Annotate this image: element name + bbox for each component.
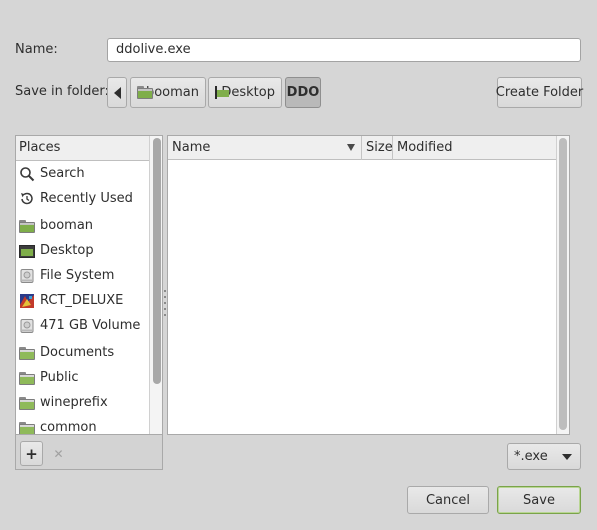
places-item-desktop[interactable]: Desktop xyxy=(16,238,148,263)
sort-down-icon xyxy=(347,144,355,151)
name-label: Name: xyxy=(15,42,58,57)
left-arrow-icon xyxy=(113,86,121,99)
filename-input[interactable]: ddolive.exe xyxy=(107,38,581,62)
places-item-documents[interactable]: Documents xyxy=(16,340,148,365)
places-item-recently-used[interactable]: Recently Used xyxy=(16,186,148,211)
places-item-booman[interactable]: booman xyxy=(16,213,148,238)
places-item-label: common xyxy=(40,420,97,435)
crumb-label: booman xyxy=(145,85,199,100)
folder-icon xyxy=(19,420,35,434)
save-button[interactable]: Save xyxy=(497,486,581,514)
places-item-label: Search xyxy=(40,166,85,181)
places-item-file-system[interactable]: File System xyxy=(16,263,148,288)
search-icon xyxy=(19,166,35,182)
places-item-label: booman xyxy=(40,218,94,233)
column-size-label: Size xyxy=(366,140,393,155)
cd-icon xyxy=(19,293,35,309)
file-list-body[interactable] xyxy=(168,161,556,434)
home-folder-icon xyxy=(19,218,35,234)
places-item-search[interactable]: Search xyxy=(16,161,148,186)
recent-icon xyxy=(19,191,35,207)
column-modified-label: Modified xyxy=(397,140,453,155)
add-bookmark-button[interactable]: + xyxy=(20,441,43,466)
desktop-icon xyxy=(215,86,229,99)
drive-icon xyxy=(19,318,35,334)
remove-icon: ✕ xyxy=(53,446,64,461)
places-item-public[interactable]: Public xyxy=(16,365,148,390)
plus-icon: + xyxy=(25,444,38,463)
places-item-471-gb-volume[interactable]: 471 GB Volume xyxy=(16,313,148,338)
places-item-common[interactable]: common xyxy=(16,415,148,435)
places-item-label: Public xyxy=(40,370,79,385)
file-type-filter[interactable]: *.exe xyxy=(507,443,581,470)
file-list-header: Name Size Modified xyxy=(168,136,556,160)
cancel-button[interactable]: Cancel xyxy=(407,486,489,514)
dropdown-arrow-icon xyxy=(562,453,572,460)
file-list-scrollbar-thumb[interactable] xyxy=(559,138,567,430)
drive-icon xyxy=(19,268,35,284)
places-item-label: Documents xyxy=(40,345,115,360)
crumb-label: DDO xyxy=(286,85,320,100)
column-header-size[interactable]: Size xyxy=(362,136,393,160)
path-crumb-booman[interactable]: booman xyxy=(130,77,206,108)
remove-bookmark-button[interactable]: ✕ xyxy=(47,441,70,466)
places-header: Places xyxy=(16,136,162,161)
file-type-filter-value: *.exe xyxy=(514,449,548,464)
places-scrollbar-thumb[interactable] xyxy=(153,138,161,384)
places-item-label: File System xyxy=(40,268,115,283)
folder-icon xyxy=(19,370,35,386)
places-header-label: Places xyxy=(19,140,61,155)
places-scrollbar[interactable] xyxy=(149,136,162,434)
column-header-name[interactable]: Name xyxy=(168,136,362,160)
crumb-label: Desktop xyxy=(221,85,275,100)
places-panel: Places Search Recently Used booman Deskt… xyxy=(15,135,163,435)
column-name-label: Name xyxy=(172,140,211,155)
path-back-button[interactable] xyxy=(107,77,127,108)
places-item-label: RCT_DELUXE xyxy=(40,293,124,308)
folder-icon xyxy=(19,345,35,361)
column-header-modified[interactable]: Modified xyxy=(393,136,556,160)
places-item-label: wineprefix xyxy=(40,395,108,410)
places-item-label: Recently Used xyxy=(40,191,133,206)
places-item-rct-deluxe[interactable]: RCT_DELUXE xyxy=(16,288,148,313)
create-folder-button[interactable]: Create Folder xyxy=(496,77,583,108)
file-list-panel: Name Size Modified xyxy=(167,135,570,435)
home-folder-icon xyxy=(137,86,153,99)
desktop-icon xyxy=(19,243,35,259)
file-list-scrollbar[interactable] xyxy=(556,136,569,434)
path-crumb-desktop[interactable]: Desktop xyxy=(208,77,282,108)
places-item-label: Desktop xyxy=(40,243,94,258)
save-in-folder-label: Save in folder: xyxy=(15,84,109,99)
folder-icon xyxy=(19,395,35,411)
places-item-label: 471 GB Volume xyxy=(40,318,141,333)
places-item-wineprefix[interactable]: wineprefix xyxy=(16,390,148,415)
path-crumb-ddo[interactable]: DDO xyxy=(285,77,321,108)
